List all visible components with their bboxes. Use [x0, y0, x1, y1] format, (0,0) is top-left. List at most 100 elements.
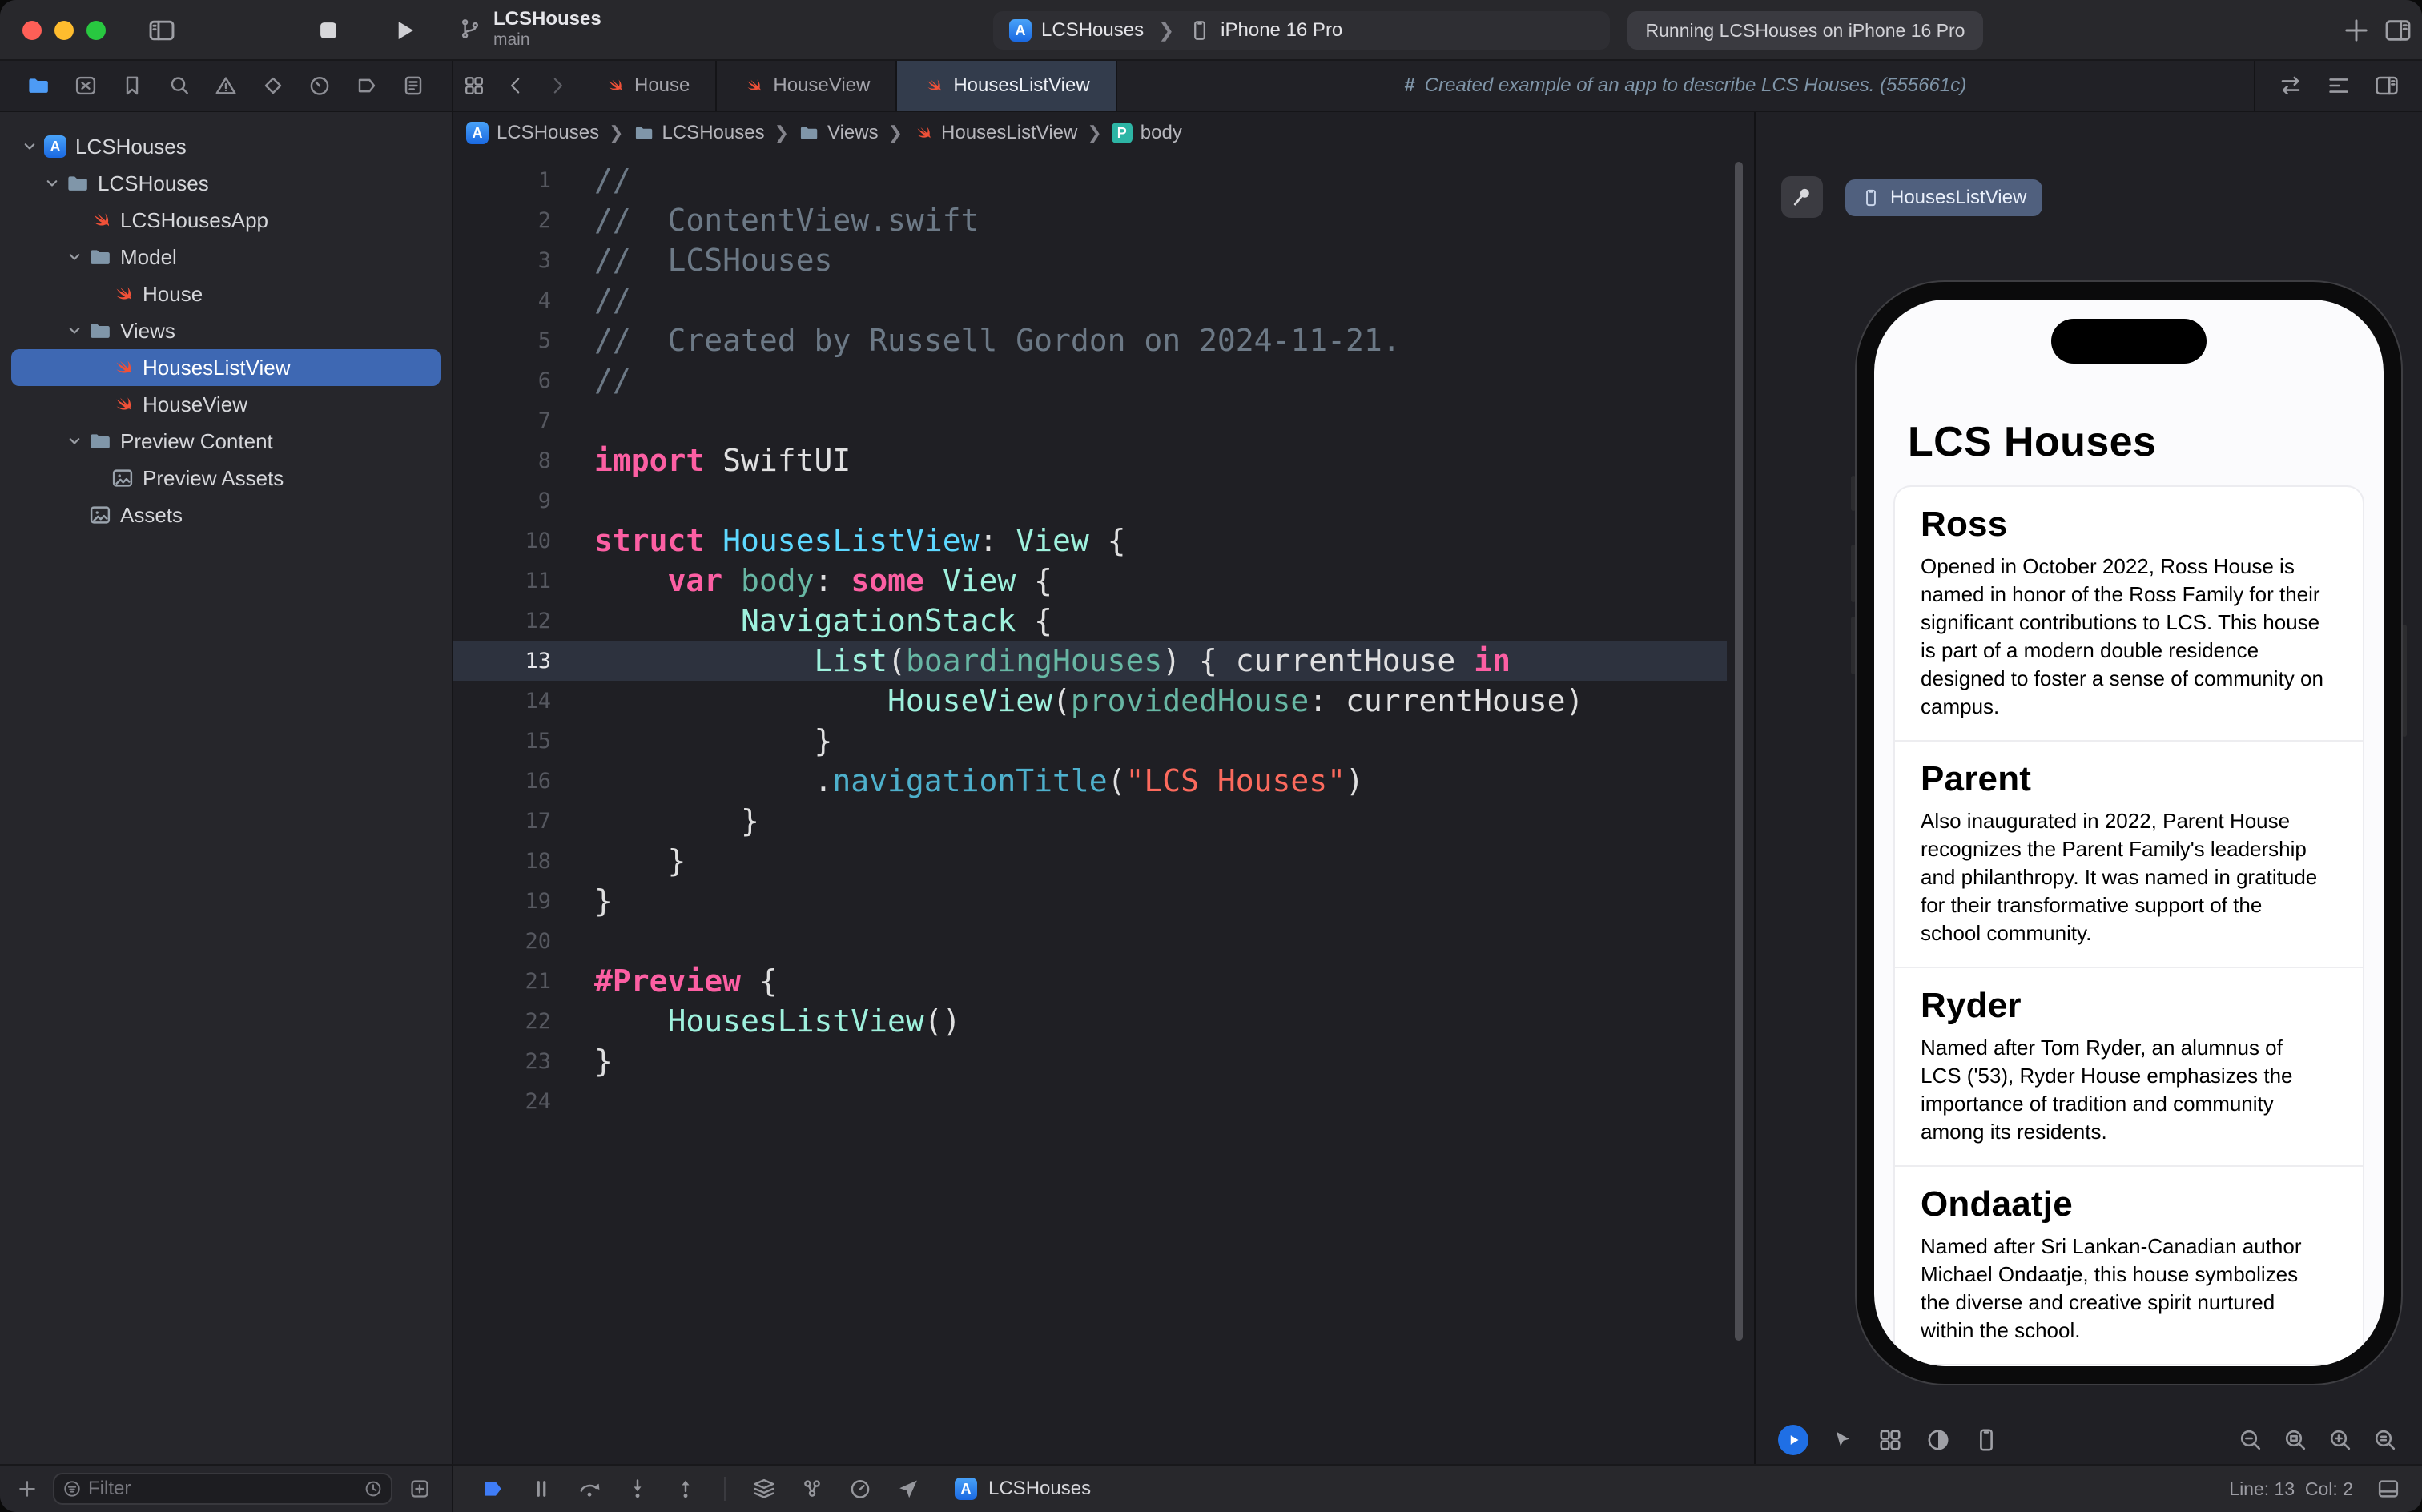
list-item-moodie[interactable]: Moodie	[1895, 1364, 2363, 1366]
pin-preview-button[interactable]	[1781, 176, 1823, 218]
code-line-14[interactable]: 14 HouseView(providedHouse: currentHouse…	[453, 681, 1727, 721]
code-line-11[interactable]: 11 var body: some View {	[453, 561, 1727, 601]
code-line-8[interactable]: 8 import SwiftUI	[453, 440, 1727, 481]
variants-button[interactable]	[1876, 1426, 1905, 1454]
sidebar-item-preview-assets[interactable]: Preview Assets	[11, 460, 441, 497]
running-app-chip[interactable]: A LCSHouses	[955, 1478, 1091, 1500]
sidebar-item-preview-content[interactable]: Preview Content	[11, 423, 441, 460]
adjust-editor-icon[interactable]	[2326, 73, 2352, 99]
code-line-17[interactable]: 17 }	[453, 801, 1727, 841]
sidebar-item-views[interactable]: Views	[11, 312, 441, 349]
code-line-19[interactable]: 19}	[453, 881, 1727, 921]
add-file-button[interactable]	[13, 1474, 42, 1503]
scheme-selector[interactable]: A LCSHouses ❯ iPhone 16 Pro	[993, 11, 1610, 50]
tab-houseview[interactable]: HouseView	[717, 61, 898, 111]
view-hierarchy-button[interactable]	[750, 1474, 778, 1503]
disclosure-chevron-icon[interactable]	[18, 135, 42, 159]
related-items-button[interactable]	[453, 61, 495, 111]
navigator-tab-debug[interactable]	[304, 70, 336, 102]
navigator-tab-issues[interactable]	[210, 70, 242, 102]
sidebar-item-lcshousesapp[interactable]: LCSHousesApp	[11, 202, 441, 239]
code-line-20[interactable]: 20	[453, 921, 1727, 961]
preview-tab-chip[interactable]: HousesListView	[1845, 179, 2043, 216]
gauge-button[interactable]	[846, 1474, 875, 1503]
disclosure-chevron-icon[interactable]	[40, 171, 64, 195]
phone-screen[interactable]: LCS Houses Ross Opened in October 2022, R…	[1874, 300, 2384, 1366]
navigator-tab-project[interactable]	[22, 70, 54, 102]
code-line-16[interactable]: 16 .navigationTitle("LCS Houses")	[453, 761, 1727, 801]
code-line-7[interactable]: 7	[453, 400, 1727, 440]
code-line-6[interactable]: 6 //	[453, 360, 1727, 400]
device-settings-button[interactable]	[1972, 1426, 2001, 1454]
sidebar-item-model[interactable]: Model	[11, 239, 441, 275]
breadcrumb-item-lcshouses[interactable]: A LCSHouses	[466, 122, 599, 144]
disclosure-chevron-icon[interactable]	[62, 429, 86, 453]
code-line-3[interactable]: 3 // LCSHouses	[453, 240, 1727, 280]
toggle-debug-area-button[interactable]	[2374, 1474, 2403, 1503]
add-button[interactable]	[2342, 16, 2371, 45]
sidebar-item-lcshouses[interactable]: A LCSHouses	[11, 128, 441, 165]
tab-houseslistview[interactable]: HousesListView	[897, 61, 1117, 111]
activity-status[interactable]: Running LCSHouses on iPhone 16 Pro	[1627, 11, 1983, 50]
list-item-ross[interactable]: Ross Opened in October 2022, Ross House i…	[1895, 487, 2363, 740]
code-line-10[interactable]: 10 struct HousesListView: View {	[453, 521, 1727, 561]
zoom-out-button[interactable]	[2236, 1426, 2265, 1454]
toggle-navigator-button[interactable]	[147, 16, 176, 45]
pause-button[interactable]	[527, 1474, 556, 1503]
code-editor[interactable]: 1 // 2 // ContentView.swift 3 // LCSHouses 4 //…	[453, 154, 1754, 1464]
appearance-button[interactable]	[1924, 1426, 1953, 1454]
sidebar-item-house[interactable]: House	[11, 275, 441, 312]
code-line-13[interactable]: 13 List(boardingHouses) { currentHouse i…	[453, 641, 1727, 681]
list-item-ryder[interactable]: Ryder Named after Tom Ryder, an alumnus o…	[1895, 967, 2363, 1165]
code-line-22[interactable]: 22 HousesListView()	[453, 1001, 1727, 1041]
code-line-5[interactable]: 5 // Created by Russell Gordon on 2024-11…	[453, 320, 1727, 360]
editor-scrollbar[interactable]	[1735, 162, 1743, 1341]
close-window-button[interactable]	[22, 21, 42, 40]
select-mode-button[interactable]	[1828, 1426, 1857, 1454]
source-control-summary[interactable]: LCSHouses main	[458, 8, 601, 50]
back-button[interactable]	[495, 61, 537, 111]
list-item-ondaatje[interactable]: Ondaatje Named after Sri Lankan-Canadian …	[1895, 1165, 2363, 1364]
code-line-9[interactable]: 9	[453, 481, 1727, 521]
zoom-in-button[interactable]	[2326, 1426, 2355, 1454]
sidebar-item-houseview[interactable]: HouseView	[11, 386, 441, 423]
code-review-icon[interactable]	[2278, 73, 2303, 99]
stop-button[interactable]	[314, 16, 343, 45]
code-line-4[interactable]: 4 //	[453, 280, 1727, 320]
recents-clock-icon[interactable]	[364, 1479, 383, 1498]
step-out-button[interactable]	[671, 1474, 700, 1503]
navigator-tab-reports[interactable]	[397, 70, 429, 102]
navigator-tab-breakpoints[interactable]	[351, 70, 383, 102]
code-line-21[interactable]: 21 #Preview {	[453, 961, 1727, 1001]
zoom-window-button[interactable]	[86, 21, 106, 40]
navigator-tab-find[interactable]	[163, 70, 195, 102]
location-button[interactable]	[894, 1474, 923, 1503]
add-editor-icon[interactable]	[2374, 73, 2400, 99]
code-line-12[interactable]: 12 NavigationStack {	[453, 601, 1727, 641]
sidebar-item-houseslistview[interactable]: HousesListView	[11, 349, 441, 386]
tab-created-example-of-an-app-to-describe-lc[interactable]: # Created example of an app to describe L…	[1117, 61, 2255, 111]
zoom-actual-button[interactable]	[2371, 1426, 2400, 1454]
live-preview-button[interactable]	[1778, 1425, 1808, 1455]
code-line-1[interactable]: 1 //	[453, 160, 1727, 200]
tab-house[interactable]: House	[578, 61, 718, 111]
code-line-23[interactable]: 23}	[453, 1041, 1727, 1081]
list-item-parent[interactable]: Parent Also inaugurated in 2022, Parent H…	[1895, 740, 2363, 967]
navigator-tab-bookmarks[interactable]	[116, 70, 148, 102]
filter-input[interactable]	[88, 1478, 357, 1500]
code-line-2[interactable]: 2 // ContentView.swift	[453, 200, 1727, 240]
breadcrumb-item-views[interactable]: Views	[799, 122, 879, 144]
forward-button[interactable]	[537, 61, 578, 111]
sidebar-item-assets[interactable]: Assets	[11, 497, 441, 533]
show-only-modified-button[interactable]	[405, 1474, 434, 1503]
breadcrumb-item-houseslistview[interactable]: HousesListView	[912, 122, 1077, 144]
code-line-18[interactable]: 18 }	[453, 841, 1727, 881]
sidebar-item-lcshouses[interactable]: LCSHouses	[11, 165, 441, 202]
code-line-15[interactable]: 15 }	[453, 721, 1727, 761]
run-button[interactable]	[389, 16, 418, 45]
breakpoints-active-button[interactable]	[479, 1474, 508, 1503]
zoom-fit-button[interactable]	[2281, 1426, 2310, 1454]
minimize-window-button[interactable]	[54, 21, 74, 40]
step-over-button[interactable]	[575, 1474, 604, 1503]
navigator-tab-source-control[interactable]	[70, 70, 102, 102]
